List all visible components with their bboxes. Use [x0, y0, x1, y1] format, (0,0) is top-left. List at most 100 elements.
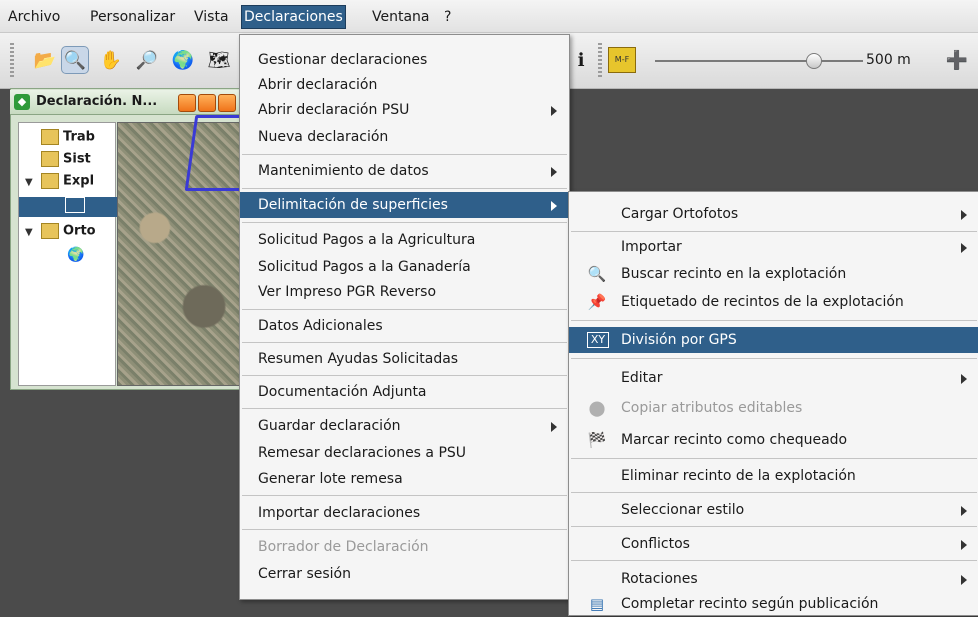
menu-item-importar-declaraciones[interactable]: Importar declaraciones	[240, 500, 569, 526]
menu-separator	[242, 342, 567, 343]
submenu-item-importar[interactable]: Importar	[569, 234, 978, 260]
tree-item-label: Sist	[63, 151, 91, 167]
menu-item-label: Solicitud Pagos a la Ganadería	[258, 259, 471, 275]
menu-item-label: Buscar recinto en la explotación	[621, 266, 847, 282]
menu-item-label: Nueva declaración	[258, 129, 389, 145]
tree-item-selected[interactable]	[19, 197, 131, 217]
identify-icon[interactable]: 🔎	[134, 47, 160, 73]
tree-item[interactable]: Expl	[41, 173, 94, 193]
menu-item-label: Ver Impreso PGR Reverso	[258, 284, 437, 300]
menu-separator	[571, 526, 977, 527]
menu-item-delimitacion-de-superficies[interactable]: Delimitación de superficies	[240, 192, 569, 218]
toolbar-grip-2[interactable]	[598, 43, 602, 77]
menu-item-abrir-declaracion[interactable]: Abrir declaración	[240, 72, 569, 98]
menu-item-label: Copiar atributos editables	[621, 400, 803, 416]
submenu-item-buscar-recinto[interactable]: 🔍 Buscar recinto en la explotación	[569, 261, 978, 287]
menu-item-gestionar-declaraciones[interactable]: Gestionar declaraciones	[240, 47, 569, 73]
menu-item-cerrar-sesion[interactable]: Cerrar sesión	[240, 561, 569, 587]
submenu-item-division-por-gps[interactable]: XY División por GPS	[569, 327, 978, 353]
frame-titlebar[interactable]: ◆ Declaración. N...	[10, 90, 240, 115]
scale-slider-knob[interactable]	[806, 53, 822, 69]
menu-item-label: Editar	[621, 370, 663, 386]
submenu-arrow-icon	[551, 201, 557, 211]
menu-item-label: Importar declaraciones	[258, 505, 421, 521]
menu-item-resumen-ayudas[interactable]: Resumen Ayudas Solicitadas	[240, 346, 569, 372]
menu-item-label: Datos Adicionales	[258, 318, 383, 334]
disabled-circle-icon: ⬤	[588, 399, 606, 417]
submenu-item-seleccionar-estilo[interactable]: Seleccionar estilo	[569, 497, 978, 523]
submenu-arrow-icon	[961, 210, 967, 220]
menu-item-abrir-declaracion-psu[interactable]: Abrir declaración PSU	[240, 97, 569, 123]
menu-item-solicitud-ganaderia[interactable]: Solicitud Pagos a la Ganadería	[240, 254, 569, 280]
menu-item-generar-lote-remesa[interactable]: Generar lote remesa	[240, 466, 569, 492]
tree-item-globe[interactable]: 🌍	[67, 247, 84, 267]
menu-vista[interactable]: Vista	[192, 6, 231, 28]
declaraciones-menu: Gestionar declaraciones Abrir declaració…	[239, 34, 570, 600]
info-icon[interactable]: ℹ	[568, 47, 594, 73]
tree-item[interactable]: Sist	[41, 151, 91, 171]
tree-item[interactable]: Orto	[41, 223, 96, 243]
menu-separator	[571, 358, 977, 359]
pushpin-icon: 📌	[587, 293, 607, 311]
menu-item-label: División por GPS	[621, 332, 737, 348]
folder-icon	[41, 223, 59, 239]
submenu-item-conflictos[interactable]: Conflictos	[569, 531, 978, 557]
minimize-icon[interactable]	[178, 94, 196, 112]
menubar: Archivo Personalizar Vista Declaraciones…	[0, 0, 978, 33]
zoom-icon[interactable]: 🔍	[61, 46, 89, 74]
submenu-item-cargar-ortofotos[interactable]: Cargar Ortofotos	[569, 201, 978, 227]
submenu-item-editar[interactable]: Editar	[569, 365, 978, 391]
menu-item-label: Generar lote remesa	[258, 471, 403, 487]
globe-icon[interactable]: 🌍	[170, 47, 196, 73]
submenu-item-rotaciones[interactable]: Rotaciones	[569, 566, 978, 592]
pan-hand-icon[interactable]: ✋	[98, 47, 124, 73]
scale-slider-track[interactable]	[655, 60, 863, 62]
document-list-icon: ▤	[589, 595, 605, 613]
tree-item[interactable]: Trab	[41, 129, 95, 149]
menu-item-documentacion-adjunta[interactable]: Documentación Adjunta	[240, 379, 569, 405]
menu-item-remesar-declaraciones[interactable]: Remesar declaraciones a PSU	[240, 440, 569, 466]
submenu-item-completar-recinto[interactable]: ▤ Completar recinto según publicación	[569, 591, 978, 617]
menu-separator	[571, 560, 977, 561]
toolbar-grip[interactable]	[10, 43, 14, 77]
measure-icon[interactable]: M-F	[608, 47, 636, 73]
menu-item-label: Guardar declaración	[258, 418, 401, 434]
expand-toggle-icon[interactable]: ▼	[25, 227, 33, 238]
submenu-arrow-icon	[961, 575, 967, 585]
toolbar-icon[interactable]: 🗺	[206, 47, 232, 73]
menu-item-label: Completar recinto según publicación	[621, 596, 879, 612]
submenu-item-marcar-chequeado[interactable]: 🏁 Marcar recinto como chequeado	[569, 427, 978, 453]
menu-item-label: Conflictos	[621, 536, 690, 552]
menu-separator	[242, 408, 567, 409]
add-layer-icon[interactable]: ➕	[944, 47, 970, 73]
menu-item-solicitud-agricultura[interactable]: Solicitud Pagos a la Agricultura	[240, 227, 569, 253]
menu-item-mantenimiento-de-datos[interactable]: Mantenimiento de datos	[240, 158, 569, 184]
menu-item-nueva-declaracion[interactable]: Nueva declaración	[240, 124, 569, 150]
folder-icon	[41, 173, 59, 189]
submenu-item-eliminar-recinto[interactable]: Eliminar recinto de la explotación	[569, 463, 978, 489]
submenu-arrow-icon	[961, 506, 967, 516]
menu-item-guardar-declaracion[interactable]: Guardar declaración	[240, 413, 569, 439]
menu-ventana[interactable]: Ventana	[370, 6, 432, 28]
menu-item-label: Documentación Adjunta	[258, 384, 427, 400]
menu-item-datos-adicionales[interactable]: Datos Adicionales	[240, 313, 569, 339]
submenu-item-etiquetado-recintos[interactable]: 📌 Etiquetado de recintos de la explotació…	[569, 289, 978, 315]
folder-icon	[41, 151, 59, 167]
layer-checkbox-icon[interactable]	[65, 197, 85, 213]
close-icon[interactable]	[218, 94, 236, 112]
submenu-arrow-icon	[961, 374, 967, 384]
folder-icon	[41, 129, 59, 145]
menu-item-label: Cargar Ortofotos	[621, 206, 739, 222]
menu-personalizar[interactable]: Personalizar	[88, 6, 177, 28]
menu-declaraciones[interactable]: Declaraciones	[241, 5, 346, 29]
menu-item-ver-impreso-pgr-reverso[interactable]: Ver Impreso PGR Reverso	[240, 279, 569, 305]
open-folder-icon[interactable]: 📂	[32, 47, 58, 73]
maximize-icon[interactable]	[198, 94, 216, 112]
menu-item-label: Resumen Ayudas Solicitadas	[258, 351, 459, 367]
expand-toggle-icon[interactable]: ▼	[25, 177, 33, 188]
menu-help[interactable]: ?	[442, 6, 453, 28]
menu-archivo[interactable]: Archivo	[6, 6, 62, 28]
tree-item-label: Expl	[63, 173, 95, 189]
menu-item-label: Abrir declaración PSU	[258, 102, 410, 118]
menu-item-label: Etiquetado de recintos de la explotación	[621, 294, 904, 310]
